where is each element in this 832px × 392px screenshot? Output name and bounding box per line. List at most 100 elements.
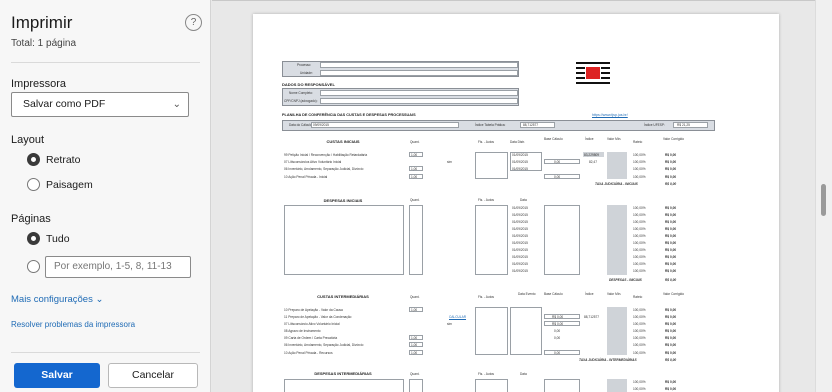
troubleshoot-link[interactable]: Resolver problemas da impressora bbox=[11, 320, 135, 329]
custas-iniciais-header: CUSTAS INICIAIS bbox=[326, 139, 360, 144]
scrollbar-thumb[interactable] bbox=[821, 184, 826, 216]
valor-corrigido-value: R$ 0,00 bbox=[665, 308, 677, 312]
despesas-iniciais-total-value: R$ 0,00 bbox=[665, 278, 677, 282]
chevron-down-icon: ⌄ bbox=[172, 99, 181, 110]
unidade-label: Unidade: bbox=[300, 71, 313, 75]
taxa-intermediarias-value: R$ 0,00 bbox=[665, 358, 677, 362]
valor-corrigido-value: R$ 0,00 bbox=[665, 322, 677, 326]
pages-label: Páginas bbox=[11, 213, 51, 225]
date-value: 01/09/2015 bbox=[512, 234, 528, 238]
col-quant: Quant. bbox=[410, 140, 420, 144]
cancel-button[interactable]: Cancelar bbox=[108, 363, 198, 388]
qty-value: 1,00 bbox=[411, 175, 418, 179]
radio-all-pages[interactable] bbox=[27, 232, 40, 245]
date-value: 01/09/2015 bbox=[512, 206, 528, 210]
base-value: 0,00 bbox=[554, 336, 561, 340]
radio-retrato[interactable] bbox=[27, 153, 40, 166]
valor-corrigido-value: R$ 0,00 bbox=[665, 175, 677, 179]
rateio-value: 100,00% bbox=[633, 336, 646, 340]
qty-value: 1,00 bbox=[411, 167, 418, 171]
preview-page: Processo: Unidade: DADOS DO RESPONSÁVEL … bbox=[253, 14, 779, 392]
date-value: 01/09/2015 bbox=[512, 220, 528, 224]
col-quant: Quant. bbox=[410, 372, 420, 376]
base-field bbox=[544, 174, 580, 179]
col-rateio: Rateio bbox=[633, 295, 643, 299]
date-value: 01/09/2015 bbox=[512, 262, 528, 266]
calcular-link[interactable]: CALCULAR bbox=[449, 315, 466, 319]
rateio-value: 100,00% bbox=[633, 234, 646, 238]
table-row-label: 11 Preparo de Apelação - Valor da Conden… bbox=[284, 315, 352, 319]
base-value: 0,00 bbox=[554, 351, 561, 355]
col-data-evento: Data Evento bbox=[518, 292, 536, 296]
col-data: Data bbox=[520, 372, 527, 376]
layout-option-retrato[interactable]: Retrato bbox=[46, 154, 80, 166]
divider bbox=[11, 352, 200, 353]
date-value: 01/09/2015 bbox=[512, 269, 528, 273]
col-valor-min: Valor Mín. bbox=[607, 137, 622, 141]
table-row-label: 08 Agravo de Instrumento bbox=[284, 329, 321, 333]
printer-select[interactable]: Salvar como PDF ⌄ bbox=[11, 92, 189, 117]
valor-corrigido-value: R$ 0,00 bbox=[665, 160, 677, 164]
save-button[interactable]: Salvar bbox=[14, 363, 100, 388]
col-indice: Índice bbox=[585, 137, 594, 141]
fls-field bbox=[475, 307, 508, 355]
base-value: R$ 0,00 bbox=[552, 315, 564, 319]
col-fls-autos: Fls. - Autos bbox=[478, 372, 494, 376]
rateio-value: 100,00% bbox=[633, 167, 646, 171]
radio-paisagem[interactable] bbox=[27, 178, 40, 191]
cpf-label: CPF/CNPJ (advogado): bbox=[284, 99, 318, 103]
date-field bbox=[510, 307, 542, 355]
date-value: 01/09/2015 bbox=[512, 213, 528, 217]
indice-tabela-value: 88,712577 bbox=[523, 123, 539, 127]
more-settings-link[interactable]: Mais configurações ⌄ bbox=[11, 294, 103, 305]
printer-value: Salvar como PDF bbox=[23, 98, 106, 110]
valor-corrigido-value: R$ 0,00 bbox=[665, 153, 677, 157]
valor-corrigido-value: R$ 0,00 bbox=[665, 220, 677, 224]
valor-corrigido-value: R$ 0,00 bbox=[665, 336, 677, 340]
table-row-label: 10 Ação Penal Privada - Inicial bbox=[284, 175, 328, 179]
fls-field bbox=[475, 205, 508, 275]
rateio-value: 100,00% bbox=[633, 329, 646, 333]
layout-label: Layout bbox=[11, 134, 45, 146]
col-indice: Índice bbox=[585, 292, 594, 296]
indice-value: 82,47 bbox=[589, 160, 597, 164]
valor-corrigido-value: R$ 0,00 bbox=[665, 227, 677, 231]
valor-corrigido-value: R$ 0,00 bbox=[665, 234, 677, 238]
qty-value: 1,00 bbox=[411, 153, 418, 157]
indice-value: 83,229809 bbox=[584, 153, 600, 157]
rateio-value: 100,00% bbox=[633, 241, 646, 245]
tjsp-logo bbox=[576, 61, 610, 85]
qty-field bbox=[409, 379, 423, 392]
layout-option-paisagem[interactable]: Paisagem bbox=[46, 179, 93, 191]
table-row-label: 10 Ação Penal Privada - Recursos bbox=[284, 351, 333, 355]
qty-value: 1,00 bbox=[411, 336, 418, 340]
processo-field bbox=[320, 62, 518, 68]
col-fls-autos: Fls. - Autos bbox=[478, 198, 494, 202]
rateio-value: 100,00% bbox=[633, 206, 646, 210]
radio-page-range[interactable] bbox=[27, 260, 40, 273]
taxa-intermediarias-label: TAXA JUDICIÁRIA - INTERMEDIÁRIAS bbox=[579, 358, 637, 362]
valor-corrigido-value: R$ 0,00 bbox=[665, 329, 677, 333]
col-fls-autos: Fls. - Autos bbox=[478, 140, 494, 144]
data-calculo-field bbox=[311, 122, 459, 128]
pages-option-all[interactable]: Tudo bbox=[46, 233, 70, 245]
table-row-label: 07 Litisconsórcio Ativo Voluntário Inici… bbox=[284, 322, 340, 326]
rateio-value: 100,00% bbox=[633, 322, 646, 326]
despesas-iniciais-header: DESPESAS INICIAIS bbox=[323, 198, 363, 203]
valor-corrigido-value: R$ 0,00 bbox=[665, 167, 677, 171]
table-row-label: 09 Carta de Ordem / Carta Precatória bbox=[284, 336, 338, 340]
valor-corrigido-value: R$ 0,00 bbox=[665, 241, 677, 245]
tjsp-url-link[interactable]: https://www.tjsp.jus.br/ bbox=[592, 113, 628, 117]
data-calculo-label: Data do Cálculo: bbox=[289, 123, 313, 127]
table-row-label: 06 Inventário, Arrolamento, Separação Ju… bbox=[284, 343, 364, 347]
col-valor-corrigido: Valor Corrigido bbox=[663, 137, 685, 141]
page-range-input[interactable]: Por exemplo, 1-5, 8, 11-13 bbox=[45, 256, 191, 278]
despesas-desc-field bbox=[284, 379, 404, 392]
rateio-value: 100,00% bbox=[633, 262, 646, 266]
help-icon[interactable]: ? bbox=[185, 14, 202, 31]
rateio-value: 100,00% bbox=[633, 387, 646, 391]
rateio-value: 100,00% bbox=[633, 343, 646, 347]
rateio-value: 100,00% bbox=[633, 269, 646, 273]
rateio-value: 100,00% bbox=[633, 351, 646, 355]
unidade-field bbox=[320, 70, 518, 76]
